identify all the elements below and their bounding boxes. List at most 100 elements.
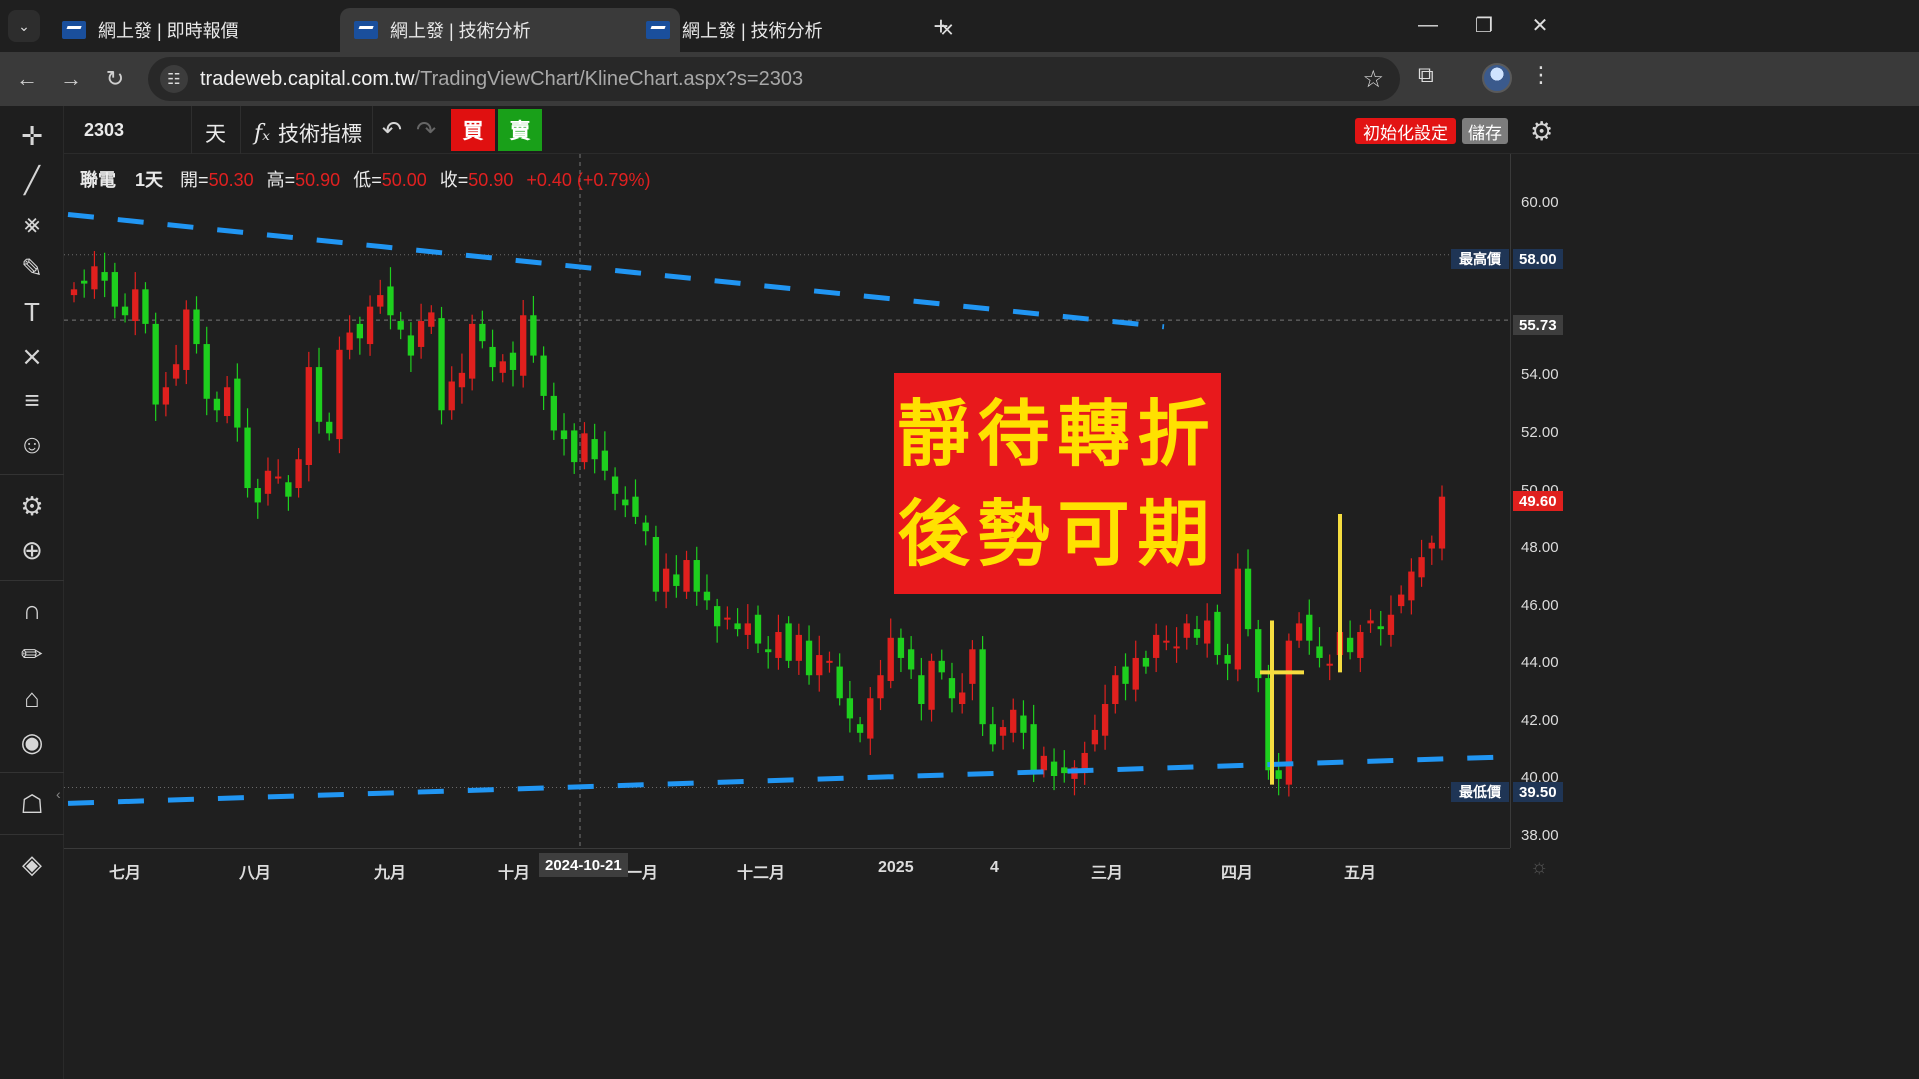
minimize-button[interactable]: —: [1400, 8, 1456, 42]
candle-body: [877, 675, 884, 699]
time-label: 九月: [374, 865, 407, 882]
time-axis[interactable]: 七月 八月 九月 十月 一月 十二月 2025 4 三月 四月 五月 2024-…: [64, 848, 1510, 882]
candle-body: [642, 522, 649, 532]
indicators-button[interactable]: fₓ 技術指標: [254, 118, 362, 148]
toolbar-divider: [0, 834, 64, 835]
layers-icon[interactable]: ◈: [12, 844, 52, 884]
candle-body: [897, 637, 905, 658]
candle-body: [489, 346, 496, 368]
browser-tab-quote[interactable]: 網上發 | 即時報價 ✕: [48, 8, 388, 52]
reload-button[interactable]: ↻: [98, 62, 132, 96]
tab-search-button[interactable]: ⌄: [8, 10, 40, 42]
projection-tool-icon[interactable]: ≡: [12, 380, 52, 420]
browser-tab-analysis[interactable]: 網上發 | 技術分析 ✕: [632, 8, 972, 52]
candle-body: [1346, 637, 1354, 653]
close-icon: ✕: [1531, 14, 1549, 37]
save-button[interactable]: 儲存: [1462, 118, 1508, 144]
interval-button[interactable]: 天: [205, 118, 226, 148]
restore-button[interactable]: ❐: [1456, 8, 1512, 42]
time-label: 八月: [239, 865, 272, 882]
annotation-line-2: 後勢可期: [897, 490, 1218, 576]
ruler-icon[interactable]: ⚙: [12, 486, 52, 526]
site-favicon-icon: [646, 21, 670, 39]
pattern-tool-icon[interactable]: ⨯: [12, 336, 52, 376]
candle-body: [366, 306, 374, 345]
candle-body: [305, 367, 312, 466]
reload-icon: ↻: [105, 66, 125, 91]
magnet-icon[interactable]: ∩: [12, 590, 52, 630]
extensions-puzzle-icon[interactable]: ⧉: [1418, 62, 1448, 92]
address-bar[interactable]: ☷ tradeweb.capital.com.tw/TradingViewCha…: [148, 57, 1400, 101]
gear-icon[interactable]: ⚙: [1530, 116, 1553, 147]
profile-avatar[interactable]: [1482, 63, 1512, 93]
candle-body: [468, 323, 476, 379]
forward-button[interactable]: →: [54, 62, 88, 96]
bookmark-star-icon[interactable]: ☆: [1362, 65, 1384, 94]
candle-body: [458, 372, 466, 388]
annotation-box[interactable]: 靜待轉折 後勢可期: [894, 373, 1221, 594]
price-scale[interactable]: 60.00 54.00 52.00 50.00 48.00 46.00 44.0…: [1510, 154, 1568, 848]
candle-body: [315, 367, 323, 422]
axis-settings-icon[interactable]: ☼: [1530, 856, 1548, 879]
candle-body: [1040, 755, 1048, 771]
emoji-icon[interactable]: ☺: [12, 424, 52, 464]
undo-icon[interactable]: ↶: [382, 116, 402, 145]
trash-icon[interactable]: ☖: [12, 784, 52, 824]
candle-body: [479, 323, 486, 342]
reset-settings-button[interactable]: 初始化設定: [1355, 118, 1456, 144]
crosshair-price-tag: 55.73: [1513, 315, 1563, 335]
candle-body: [448, 381, 455, 411]
legend-open-key: 開=: [180, 170, 209, 190]
candle-body: [1163, 640, 1170, 643]
price-label: 54.00: [1521, 366, 1559, 383]
candlestick-chart[interactable]: [64, 154, 1510, 848]
candle-body: [1397, 594, 1405, 607]
candle-body: [203, 344, 210, 399]
trendline-icon[interactable]: ╱: [12, 160, 52, 200]
price-label: 52.00: [1521, 424, 1559, 441]
price-label: 48.00: [1521, 539, 1559, 556]
collapse-toolbar-icon[interactable]: ‹: [56, 786, 61, 802]
symbol-search[interactable]: 2303: [84, 120, 124, 141]
zoom-in-icon[interactable]: ⊕: [12, 530, 52, 570]
redo-icon[interactable]: ↷: [416, 116, 436, 145]
candle-body: [377, 295, 384, 307]
candle-body: [540, 355, 547, 396]
lock-drawing-icon[interactable]: ✏: [12, 634, 52, 674]
candle-body: [1132, 657, 1139, 690]
price-label: 60.00: [1521, 194, 1559, 211]
candle-body: [387, 286, 394, 316]
eye-icon[interactable]: ◉: [12, 722, 52, 762]
arrow-right-icon: →: [60, 66, 82, 91]
candle-body: [326, 421, 333, 434]
candle-body: [213, 398, 221, 411]
candle-body: [601, 450, 609, 471]
new-tab-button[interactable]: +: [927, 10, 955, 41]
candle-body: [683, 560, 690, 592]
sell-button[interactable]: 賣: [498, 109, 542, 151]
plus-icon: +: [933, 10, 949, 41]
tab-title: 網上發 | 技術分析: [682, 21, 823, 41]
candle-body: [652, 536, 660, 592]
site-favicon-icon: [62, 21, 86, 39]
browser-menu-icon[interactable]: ⋮: [1530, 62, 1552, 88]
drawing-toolbar: ✛ ╱ ⨳ ✎ T ⨯ ≡ ☺ ⚙ ⊕ ∩ ✏ ⌂ ◉ ☖ ◈: [0, 106, 64, 1079]
close-window-button[interactable]: ✕: [1512, 8, 1568, 42]
candle-body: [1183, 623, 1190, 638]
candle-body: [1306, 614, 1313, 641]
candle-body: [1101, 704, 1109, 736]
text-tool-icon[interactable]: T: [12, 292, 52, 332]
fib-tool-icon[interactable]: ⨳: [12, 204, 52, 244]
brush-icon[interactable]: ✎: [12, 248, 52, 288]
unlock-icon[interactable]: ⌂: [12, 678, 52, 718]
candle-body: [591, 439, 598, 460]
site-settings-icon[interactable]: ☷: [160, 65, 188, 93]
tab-title: 網上發 | 技術分析: [390, 21, 531, 41]
back-button[interactable]: ←: [10, 62, 44, 96]
time-label: 五月: [1344, 865, 1377, 882]
legend-close: 50.90: [468, 170, 514, 190]
chart-pane[interactable]: 聯電 1天 開=50.30 高=50.90 低=50.00 收=50.90 +0…: [64, 154, 1919, 1079]
browser-tab-analysis-active[interactable]: 網上發 | 技術分析 ✕: [340, 8, 680, 52]
buy-button[interactable]: 買: [451, 109, 495, 151]
crosshair-icon[interactable]: ✛: [12, 116, 52, 156]
